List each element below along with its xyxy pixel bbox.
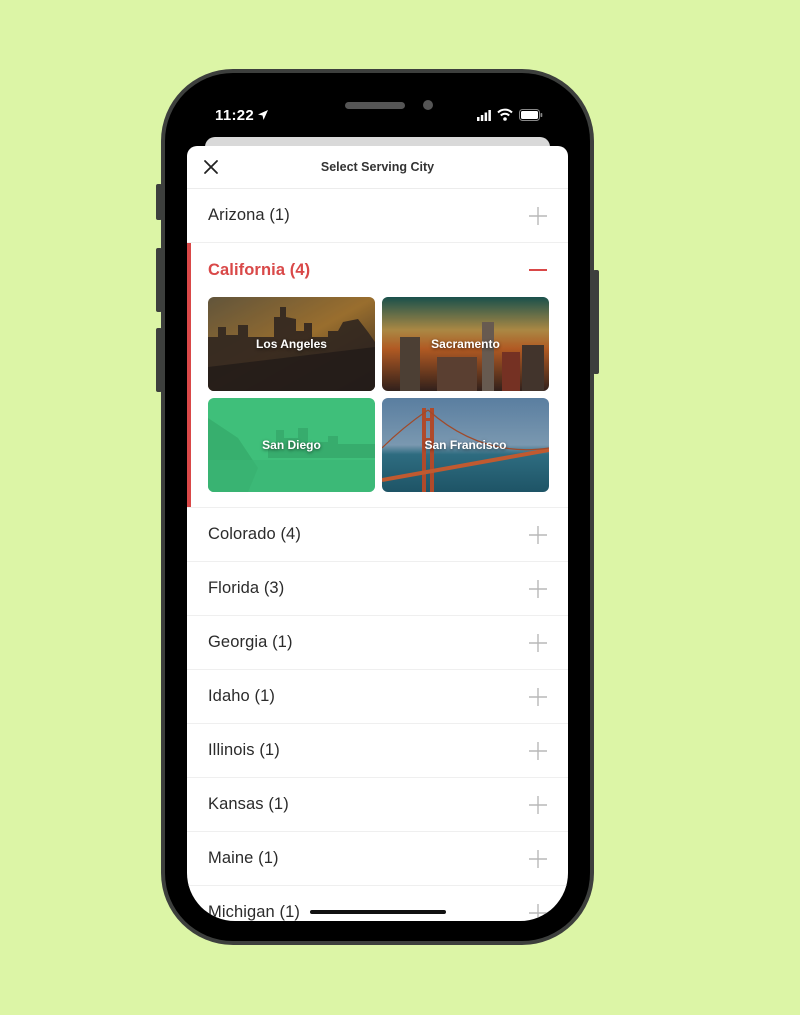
city-name: Sacramento	[431, 337, 500, 351]
plus-icon	[529, 687, 547, 706]
state-label: Illinois (1)	[208, 741, 280, 759]
city-tile-san-diego[interactable]: San Diego	[208, 398, 375, 492]
front-camera	[423, 100, 433, 110]
city-tile-sacramento[interactable]: Sacramento	[382, 297, 549, 391]
home-indicator[interactable]	[310, 910, 446, 914]
plus-icon	[529, 849, 547, 868]
sheet-header: Select Serving City	[187, 146, 568, 189]
city-name: San Diego	[262, 438, 321, 452]
state-row-colorado[interactable]: Colorado (4)	[187, 508, 568, 562]
state-row-michigan[interactable]: Michigan (1)	[187, 886, 568, 921]
state-label: Arizona (1)	[208, 206, 290, 224]
state-label: California (4)	[208, 260, 311, 279]
plus-icon	[529, 795, 547, 814]
close-icon[interactable]	[203, 159, 219, 175]
state-row-kansas[interactable]: Kansas (1)	[187, 778, 568, 832]
state-label: Georgia (1)	[208, 633, 293, 651]
state-row-georgia[interactable]: Georgia (1)	[187, 616, 568, 670]
state-label: Colorado (4)	[208, 525, 301, 543]
state-row-california[interactable]: California (4)	[187, 243, 568, 297]
location-arrow-icon	[258, 110, 268, 120]
state-label: Kansas (1)	[208, 795, 289, 813]
status-time: 11:22	[215, 107, 255, 124]
city-grid: Los Angeles Sacramento San Diego San Fra…	[187, 297, 568, 507]
city-tile-los-angeles[interactable]: Los Angeles	[208, 297, 375, 391]
state-label: Maine (1)	[208, 849, 279, 867]
plus-icon	[529, 903, 547, 921]
phone-screen: 11:22 Select Serving City Arizona (1) Ca…	[187, 95, 568, 921]
state-row-idaho[interactable]: Idaho (1)	[187, 670, 568, 724]
plus-icon	[529, 525, 547, 544]
state-label: Michigan (1)	[208, 903, 300, 921]
city-name: Los Angeles	[256, 337, 327, 351]
state-label: Florida (3)	[208, 579, 285, 597]
battery-icon	[519, 109, 543, 121]
cellular-signal-icon	[477, 110, 491, 121]
city-name: San Francisco	[424, 438, 507, 452]
state-section-california: California (4) Los Angeles Sacramento Sa…	[187, 243, 568, 508]
status-bar: 11:22	[187, 95, 568, 137]
state-row-florida[interactable]: Florida (3)	[187, 562, 568, 616]
minus-icon	[529, 269, 547, 271]
sheet-title: Select Serving City	[320, 160, 435, 174]
state-row-maine[interactable]: Maine (1)	[187, 832, 568, 886]
speaker-grille	[345, 102, 405, 109]
plus-icon	[529, 206, 547, 225]
state-row-arizona[interactable]: Arizona (1)	[187, 189, 568, 243]
plus-icon	[529, 579, 547, 598]
plus-icon	[529, 741, 547, 760]
select-city-sheet: Select Serving City Arizona (1) Californ…	[187, 146, 568, 921]
wifi-icon	[497, 108, 513, 121]
state-row-illinois[interactable]: Illinois (1)	[187, 724, 568, 778]
city-tile-san-francisco[interactable]: San Francisco	[382, 398, 549, 492]
plus-icon	[529, 633, 547, 652]
state-label: Idaho (1)	[208, 687, 275, 705]
